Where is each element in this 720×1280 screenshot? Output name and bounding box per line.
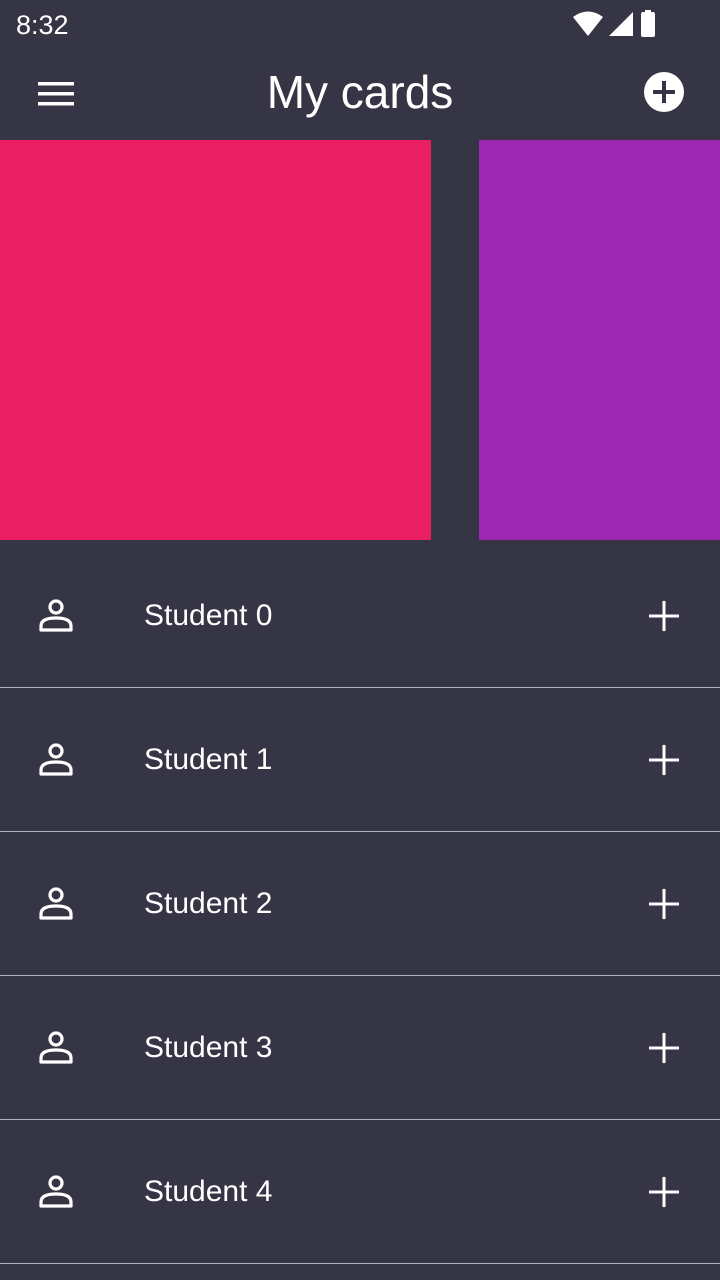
student-list: Student 0 Student 1 Student 2 Student 3 …: [0, 544, 720, 1264]
app-bar: My cards: [0, 48, 720, 140]
student-name: Student 4: [144, 1175, 273, 1208]
plus-icon[interactable]: [640, 736, 688, 784]
status-time: 8:32: [16, 10, 69, 40]
list-item[interactable]: Student 3: [0, 976, 720, 1120]
wifi-icon: [573, 11, 603, 36]
add-circle-icon: [644, 72, 684, 112]
person-icon: [39, 1031, 73, 1064]
person-icon: [39, 743, 73, 776]
card-purple[interactable]: [479, 140, 720, 540]
add-card-button[interactable]: [636, 64, 692, 120]
list-item[interactable]: Student 0: [0, 544, 720, 688]
plus-icon[interactable]: [640, 1168, 688, 1216]
battery-icon: [641, 10, 655, 37]
card-pink[interactable]: [0, 140, 431, 540]
student-name: Student 0: [144, 599, 273, 632]
list-item[interactable]: Student 1: [0, 688, 720, 832]
person-icon: [39, 1175, 73, 1208]
card-carousel[interactable]: [0, 140, 720, 540]
status-bar: 8:32: [0, 0, 720, 48]
plus-icon[interactable]: [640, 880, 688, 928]
student-name: Student 1: [144, 743, 273, 776]
screen: 8:32 My cards Student 0 Student 1 Studen…: [0, 0, 720, 1280]
cell-signal-icon: [609, 12, 633, 36]
plus-icon[interactable]: [640, 1024, 688, 1072]
person-icon: [39, 887, 73, 920]
page-title: My cards: [266, 66, 454, 118]
list-item[interactable]: Student 2: [0, 832, 720, 976]
student-name: Student 2: [144, 887, 273, 920]
student-name: Student 3: [144, 1031, 273, 1064]
list-item[interactable]: Student 4: [0, 1120, 720, 1264]
plus-icon[interactable]: [640, 592, 688, 640]
person-icon: [39, 599, 73, 632]
